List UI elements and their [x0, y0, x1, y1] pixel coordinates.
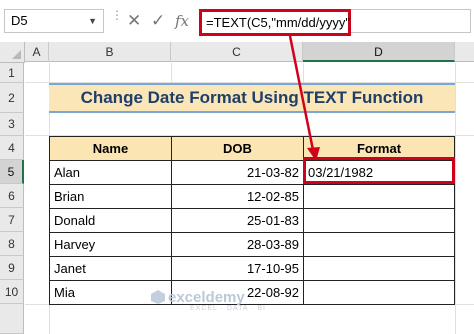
- arrow-annotation: [288, 35, 320, 161]
- watermark-brand: exceldemy: [168, 289, 245, 306]
- watermark-tagline: EXCEL · DATA · BI: [190, 305, 266, 312]
- arrow-line: [288, 35, 315, 151]
- exceldemy-logo-icon: [151, 290, 165, 304]
- arrow-head-icon: [307, 147, 320, 161]
